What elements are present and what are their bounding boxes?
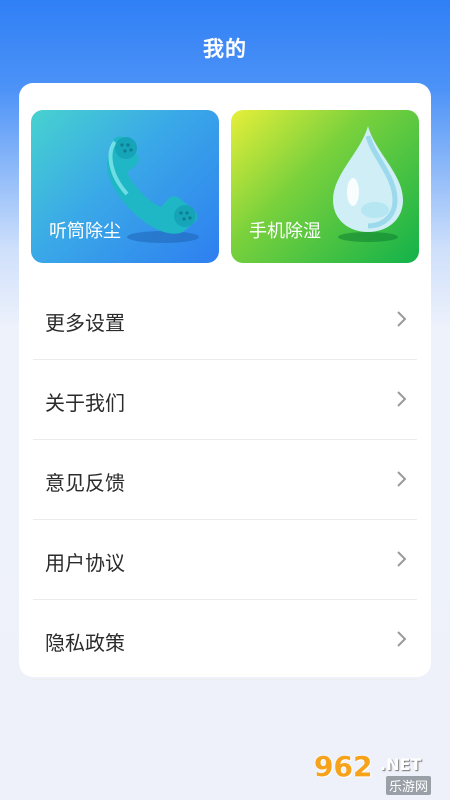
settings-menu: 更多设置 关于我们 意见反馈 用户协议 隐私政策 [33,280,417,680]
menu-item-more-settings[interactable]: 更多设置 [33,280,417,360]
phone-dehumidify-tile[interactable]: 手机除湿 [231,110,419,263]
menu-item-feedback[interactable]: 意见反馈 [33,440,417,520]
menu-item-label: 隐私政策 [45,631,125,655]
menu-item-label: 更多设置 [45,311,125,335]
chevron-right-icon [397,471,407,487]
menu-item-about-us[interactable]: 关于我们 [33,360,417,440]
menu-item-user-agreement[interactable]: 用户协议 [33,520,417,600]
menu-item-label: 用户协议 [45,551,125,575]
watermark-site: 乐游网 [386,776,432,795]
water-drop-icon [333,126,403,242]
tile-label-earpiece-dust: 听筒除尘 [49,221,121,242]
chevron-right-icon [397,311,407,327]
site-watermark: 962 .NET 乐游网 [306,750,444,796]
menu-item-label: 关于我们 [45,391,125,415]
earpiece-dust-tile[interactable]: 听筒除尘 [31,110,219,263]
chevron-right-icon [397,391,407,407]
tile-label-phone-dehumidify: 手机除湿 [249,221,321,242]
watermark-number: 962 [314,750,373,783]
main-card: 听筒除尘 手机除湿 更多设置 关于我们 意见反馈 用户协议 隐私政策 [19,83,431,680]
menu-item-privacy-policy[interactable]: 隐私政策 [33,600,417,680]
chevron-right-icon [397,631,407,647]
watermark-suffix: .NET [380,755,422,774]
menu-item-label: 意见反馈 [45,471,125,495]
chevron-right-icon [397,551,407,567]
page-title: 我的 [203,37,247,61]
